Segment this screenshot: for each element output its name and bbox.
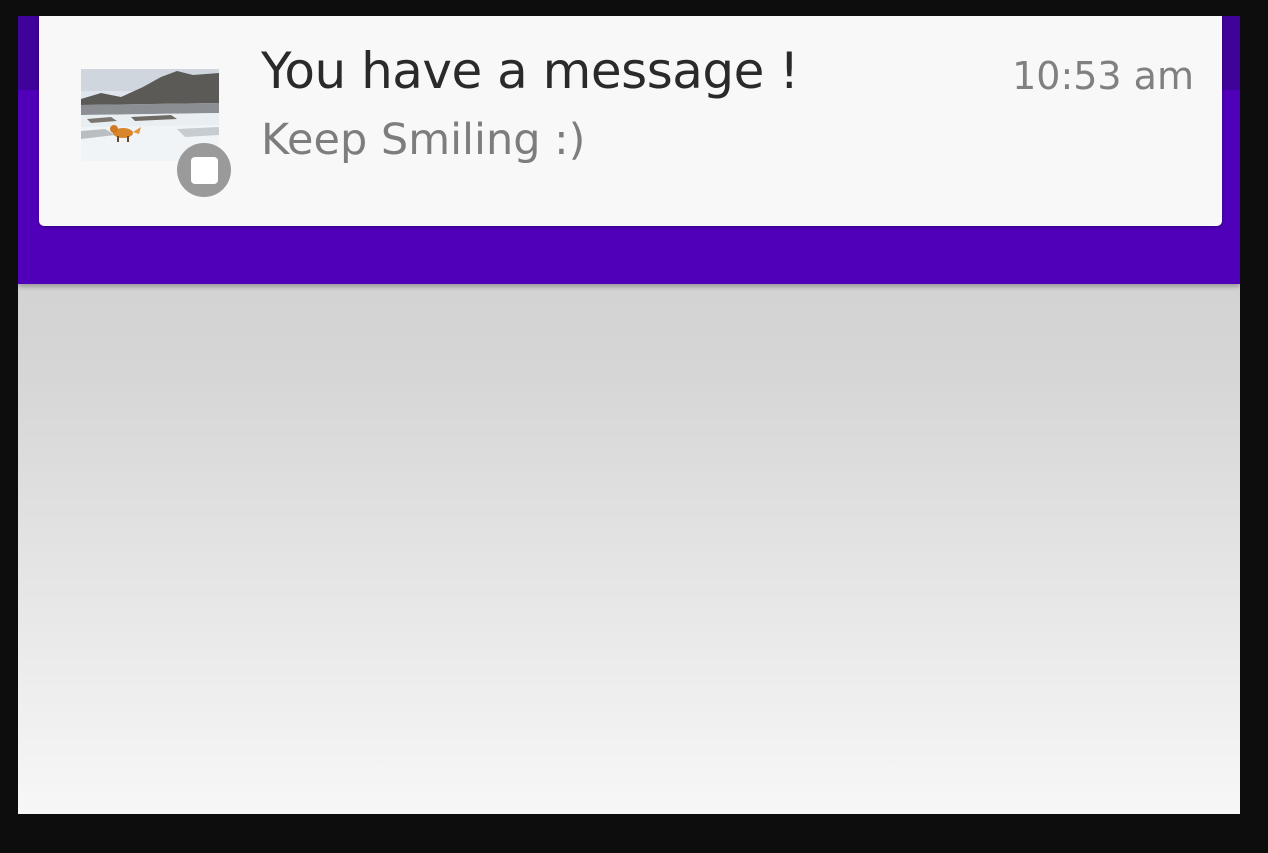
app-badge-icon [177, 143, 231, 197]
notification-text: Keep Smiling :) [261, 115, 586, 165]
notification-title: You have a message ! [261, 42, 799, 100]
notification-time: 10:53 am [1012, 54, 1194, 98]
phone-screen: You have a message ! Keep Smiling :) 10:… [18, 16, 1240, 814]
heads-up-notification[interactable]: You have a message ! Keep Smiling :) 10:… [39, 16, 1222, 226]
app-badge-square [190, 156, 218, 184]
